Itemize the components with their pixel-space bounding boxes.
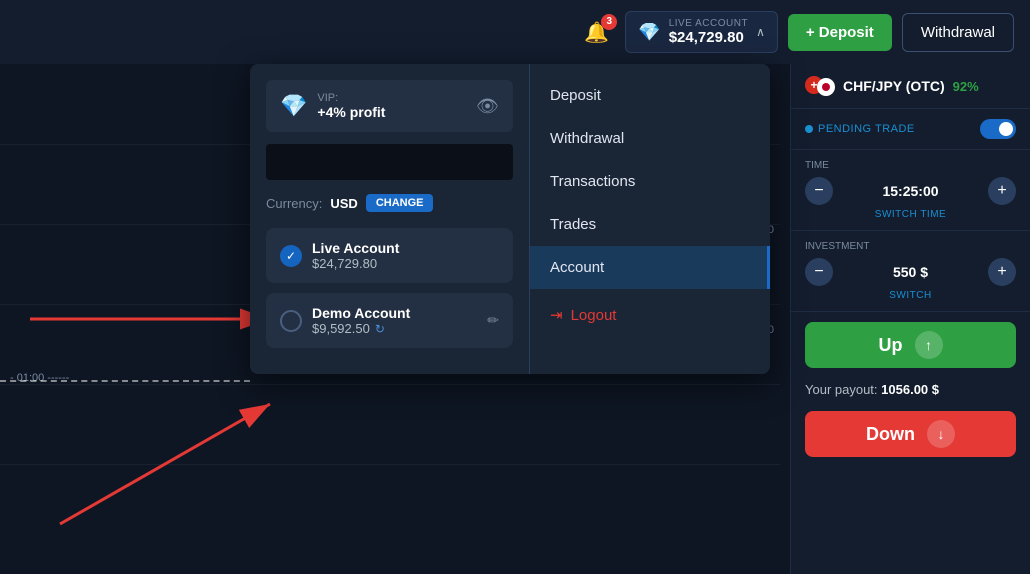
menu-item-account[interactable]: Account bbox=[530, 246, 770, 289]
time-increase-button[interactable]: + bbox=[988, 177, 1016, 205]
investment-control-row: − 550 $ + bbox=[805, 258, 1016, 286]
vip-info: 💎 VIP: +4% profit bbox=[280, 92, 385, 120]
investment-decrease-button[interactable]: − bbox=[805, 258, 833, 286]
switch-time-label[interactable]: SWITCH TIME bbox=[805, 209, 1016, 220]
withdrawal-button[interactable]: Withdrawal bbox=[902, 13, 1014, 52]
check-mark-icon: ✓ bbox=[286, 249, 296, 263]
live-account-info: LIVE ACCOUNT $24,729.80 bbox=[669, 18, 748, 46]
menu-item-withdrawal[interactable]: Withdrawal bbox=[530, 117, 770, 160]
vip-text-block: VIP: +4% profit bbox=[317, 92, 385, 120]
time-control-label: Time bbox=[805, 160, 1016, 171]
menu-item-trades[interactable]: Trades bbox=[530, 203, 770, 246]
live-account-amount: $24,729.80 bbox=[312, 256, 499, 271]
vip-label: VIP: bbox=[317, 92, 385, 104]
vip-diamond-icon: 💎 bbox=[280, 93, 307, 119]
deposit-button[interactable]: + Deposit bbox=[788, 14, 892, 51]
demo-account-option[interactable]: Demo Account $9,592.50 ↻ ✏ bbox=[266, 293, 513, 348]
eye-icon[interactable]: 👁 bbox=[476, 96, 499, 117]
currency-label: Currency: bbox=[266, 196, 322, 211]
demo-account-name: Demo Account bbox=[312, 305, 477, 321]
vip-percent: +4% profit bbox=[317, 104, 385, 120]
down-arrow-icon: ↓ bbox=[927, 420, 955, 448]
live-account-option[interactable]: ✓ Live Account $24,729.80 bbox=[266, 228, 513, 283]
dropdown-right-menu: Deposit Withdrawal Transactions Trades A… bbox=[530, 64, 770, 374]
dropdown-left: 💎 VIP: +4% profit 👁 Currency: USD CHANGE… bbox=[250, 64, 530, 374]
time-label: - 01:00 ------ bbox=[10, 372, 69, 384]
pair-header: CHF/JPY (OTC) 92% bbox=[791, 64, 1030, 109]
down-button[interactable]: Down ↓ bbox=[805, 411, 1016, 457]
payout-row: Your payout: 1056.00 $ bbox=[791, 374, 1030, 405]
live-account-dropdown[interactable]: 💎 LIVE ACCOUNT $24,729.80 ∧ bbox=[625, 11, 778, 53]
switch-label[interactable]: SWITCH bbox=[805, 290, 1016, 301]
edit-icon[interactable]: ✏ bbox=[487, 312, 499, 329]
change-button[interactable]: CHANGE bbox=[366, 194, 434, 212]
live-account-info-block: Live Account $24,729.80 bbox=[312, 240, 499, 271]
pending-trade-toggle[interactable] bbox=[980, 119, 1016, 139]
up-arrow-icon: ↑ bbox=[915, 331, 943, 359]
time-control-row: − 15:25:00 + bbox=[805, 177, 1016, 205]
bell-button[interactable]: 🔔 3 bbox=[584, 20, 609, 45]
bell-badge: 3 bbox=[601, 14, 617, 30]
pair-percent: 92% bbox=[953, 79, 979, 94]
pending-trade-label: PENDING TRADE bbox=[805, 123, 915, 135]
check-circle-icon: ✓ bbox=[280, 245, 302, 267]
time-value: 15:25:00 bbox=[839, 183, 982, 199]
pending-dot bbox=[805, 125, 813, 133]
time-control-group: Time − 15:25:00 + SWITCH TIME bbox=[791, 150, 1030, 231]
chevron-up-icon: ∧ bbox=[756, 25, 765, 39]
header: 🔔 3 💎 LIVE ACCOUNT $24,729.80 ∧ + Deposi… bbox=[0, 0, 1030, 64]
investment-control-label: Investment bbox=[805, 241, 1016, 252]
menu-item-logout[interactable]: ⇥ Logout bbox=[530, 293, 770, 337]
up-button[interactable]: Up ↑ bbox=[805, 322, 1016, 368]
investment-increase-button[interactable]: + bbox=[988, 258, 1016, 286]
menu-item-deposit[interactable]: Deposit bbox=[530, 74, 770, 117]
currency-value: USD bbox=[330, 196, 357, 211]
pending-trade-row: PENDING TRADE bbox=[791, 109, 1030, 150]
time-decrease-button[interactable]: − bbox=[805, 177, 833, 205]
diamond-icon: 💎 bbox=[638, 22, 660, 43]
balance-bar bbox=[266, 144, 513, 180]
grid-line bbox=[0, 384, 780, 385]
pair-name: CHF/JPY (OTC) bbox=[843, 78, 945, 94]
live-account-name: Live Account bbox=[312, 240, 499, 256]
logout-arrow-icon: ⇥ bbox=[550, 306, 563, 324]
jpy-flag bbox=[817, 78, 835, 96]
grid-line bbox=[0, 464, 780, 465]
demo-account-info-block: Demo Account $9,592.50 ↻ bbox=[312, 305, 477, 336]
currency-row: Currency: USD CHANGE bbox=[266, 194, 513, 212]
right-panel: CHF/JPY (OTC) 92% PENDING TRADE Time − 1… bbox=[790, 0, 1030, 574]
payout-value: 1056.00 $ bbox=[881, 382, 939, 397]
live-account-label: LIVE ACCOUNT bbox=[669, 18, 748, 29]
demo-account-amount: $9,592.50 ↻ bbox=[312, 321, 477, 336]
vip-section: 💎 VIP: +4% profit 👁 bbox=[266, 80, 513, 132]
pair-flags bbox=[805, 76, 835, 96]
empty-circle-icon bbox=[280, 310, 302, 332]
live-account-amount: $24,729.80 bbox=[669, 29, 744, 46]
menu-item-transactions[interactable]: Transactions bbox=[530, 160, 770, 203]
refresh-icon[interactable]: ↻ bbox=[375, 322, 385, 336]
account-dropdown-panel: 💎 VIP: +4% profit 👁 Currency: USD CHANGE… bbox=[250, 64, 770, 374]
investment-value: 550 $ bbox=[839, 264, 982, 280]
investment-control-group: Investment − 550 $ + SWITCH bbox=[791, 231, 1030, 312]
dashed-line bbox=[0, 380, 250, 382]
